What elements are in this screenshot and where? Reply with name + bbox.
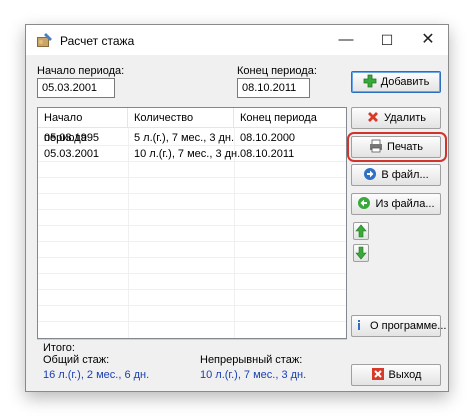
periods-table[interactable]: Начало периода Количество Конец периода … xyxy=(37,107,347,339)
table-cell: 05.03.2001 xyxy=(44,148,100,160)
table-cell: 10 л.(г.), 7 мес., 3 дн. xyxy=(134,148,241,160)
main-window: Расчет стажа — ☐ ✕ Начало периода: 05.03… xyxy=(25,24,449,392)
summary-title: Итого: xyxy=(43,342,75,354)
table-row[interactable]: 05.03.1995 5 л.(г.), 7 мес., 3 дн. 08.10… xyxy=(38,130,346,146)
start-date-label: Начало периода: xyxy=(37,65,125,77)
exit-button-label: Выход xyxy=(388,369,422,381)
empty-row xyxy=(38,210,346,226)
move-up-button[interactable] xyxy=(353,222,369,240)
column-header-end[interactable]: Конец периода xyxy=(234,108,348,128)
minimize-button[interactable]: — xyxy=(326,25,366,55)
exit-icon xyxy=(371,367,385,381)
exit-button[interactable]: Выход xyxy=(351,364,441,386)
move-down-button[interactable] xyxy=(353,244,369,262)
empty-row xyxy=(38,194,346,210)
empty-row xyxy=(38,226,346,242)
delete-x-icon xyxy=(366,110,380,124)
save-to-file-button[interactable]: В файл... xyxy=(351,164,441,186)
table-cell: 08.10.2011 xyxy=(240,148,295,160)
app-icon xyxy=(36,32,54,48)
add-button[interactable]: Добавить xyxy=(351,71,441,93)
print-button-highlight xyxy=(347,132,447,162)
empty-row xyxy=(38,274,346,290)
empty-row xyxy=(38,306,346,322)
title-bar: Расчет стажа — ☐ ✕ xyxy=(26,25,448,55)
column-header-duration[interactable]: Количество xyxy=(128,108,234,128)
summary-panel: Итого: Общий стаж: 16 л.(г.), 2 мес., 6 … xyxy=(37,339,347,389)
about-button-label: О программе... xyxy=(370,320,447,332)
arrow-up-icon xyxy=(354,224,368,242)
maximize-button[interactable]: ☐ xyxy=(367,25,407,55)
window-title: Расчет стажа xyxy=(60,34,135,48)
column-header-start[interactable]: Начало периода xyxy=(38,108,128,144)
load-from-file-label: Из файла... xyxy=(375,198,435,210)
table-header: Начало периода Количество Конец периода xyxy=(38,108,348,144)
info-icon xyxy=(352,318,366,332)
table-cell: 08.10.2000 xyxy=(240,132,296,144)
arrow-down-icon xyxy=(354,246,368,264)
continuous-experience-value: 10 л.(г.), 7 мес., 3 дн. xyxy=(200,369,307,381)
save-to-file-label: В файл... xyxy=(381,169,429,181)
start-date-field[interactable]: 05.03.2001 xyxy=(37,78,115,98)
table-row[interactable]: 05.03.2001 10 л.(г.), 7 мес., 3 дн. 08.1… xyxy=(38,146,346,162)
plus-icon xyxy=(363,74,377,88)
total-experience-value: 16 л.(г.), 2 мес., 6 дн. xyxy=(43,369,150,381)
table-cell: 5 л.(г.), 7 мес., 3 дн. xyxy=(134,132,235,144)
end-date-label: Конец периода: xyxy=(237,65,317,77)
empty-row xyxy=(38,258,346,274)
empty-row xyxy=(38,242,346,258)
load-from-file-button[interactable]: Из файла... xyxy=(351,193,441,215)
delete-button[interactable]: Удалить xyxy=(351,107,441,129)
arrow-right-icon xyxy=(363,167,377,181)
arrow-left-icon xyxy=(357,196,371,210)
continuous-experience-label: Непрерывный стаж: xyxy=(200,354,303,366)
total-experience-label: Общий стаж: xyxy=(43,354,110,366)
empty-row xyxy=(38,162,346,178)
empty-row xyxy=(38,178,346,194)
about-button[interactable]: О программе... xyxy=(351,315,446,337)
end-date-field[interactable]: 08.10.2011 xyxy=(237,78,310,98)
table-cell: 05.03.1995 xyxy=(44,132,100,144)
empty-row xyxy=(38,290,346,306)
delete-button-label: Удалить xyxy=(384,112,426,124)
close-button[interactable]: ✕ xyxy=(408,25,448,55)
add-button-label: Добавить xyxy=(380,76,430,88)
